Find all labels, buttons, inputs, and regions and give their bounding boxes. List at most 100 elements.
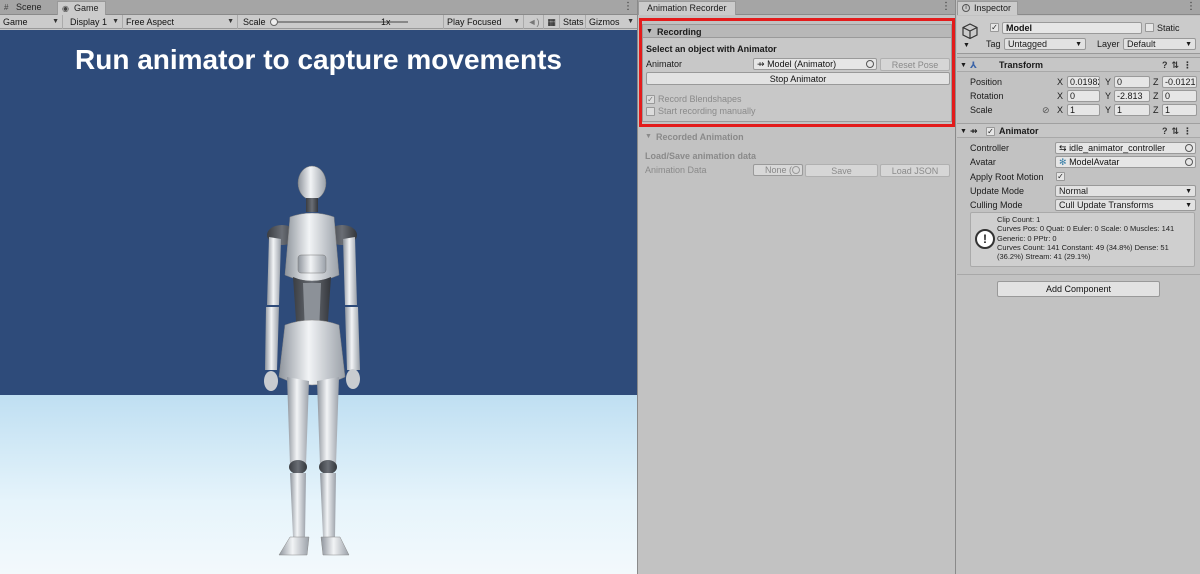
tag-dropdown[interactable]: Untagged ▼ (1004, 38, 1086, 50)
save-button[interactable]: Save (805, 164, 878, 177)
inspector-menu-icon[interactable]: ⋮ (1186, 1, 1196, 12)
recorder-tabbar: Animation Recorder ⋮ (638, 0, 955, 15)
gizmos-dropdown[interactable]: Gizmos ▼ (586, 15, 637, 29)
tab-game-label: Game (74, 3, 99, 13)
axis-y-label: Y (1105, 105, 1112, 115)
chevron-down-icon: ▼ (1185, 41, 1192, 48)
scale-label: Scale (970, 105, 993, 115)
rotation-label: Rotation (970, 91, 1004, 101)
controller-field[interactable]: ⇆ idle_animator_controller (1055, 142, 1196, 154)
avatar-field[interactable]: ✻ ModelAvatar (1055, 156, 1196, 168)
component-header-icons[interactable]: ?⇅⋮ (1162, 58, 1196, 73)
rotation-y-field[interactable]: -2.813 (1114, 90, 1150, 102)
animation-data-label: Animation Data (645, 165, 707, 175)
game-toolbar: Game ▼ Display 1 ▼ Free Aspect ▼ Scale 1… (0, 15, 637, 29)
tab-inspector[interactable]: i Inspector (957, 1, 1019, 15)
object-picker-icon[interactable] (792, 166, 800, 174)
culling-mode-dropdown[interactable]: Cull Update Transforms ▼ (1055, 199, 1196, 211)
chevron-down-icon[interactable]: ▼ (963, 42, 970, 49)
aspect-dropdown[interactable]: Free Aspect ▼ (123, 15, 238, 29)
position-z-value: -0.0121 (1165, 77, 1196, 87)
scale-z-field[interactable]: 1 (1162, 104, 1197, 116)
link-icon[interactable]: ⊘ (1042, 105, 1050, 116)
overlay-caption: Run animator to capture movements (75, 44, 562, 75)
axis-y-label: Y (1105, 77, 1112, 87)
position-z-field[interactable]: -0.0121 (1162, 76, 1197, 88)
foldout-arrow-icon: ▼ (645, 133, 652, 140)
load-json-button[interactable]: Load JSON (880, 164, 950, 177)
inspector-tabbar: i Inspector ⋮ (957, 0, 1200, 15)
info-line: Generic: 0 PPtr: 0 (997, 233, 1057, 243)
animator-controller-icon: ⇆ (1059, 143, 1067, 153)
apply-root-motion-checkbox[interactable]: ✓ (1056, 172, 1065, 181)
chevron-down-icon: ▼ (627, 18, 634, 25)
recorded-animation-foldout[interactable]: ▼ Recorded Animation (642, 130, 952, 144)
static-checkbox[interactable] (1145, 23, 1154, 32)
scale-slider-knob[interactable] (270, 18, 278, 26)
animator-info-box: ! Clip Count: 1 Curves Pos: 0 Quat: 0 Eu… (970, 212, 1195, 267)
info-line: (36.2%) Stream: 41 (29.1%) (997, 252, 1091, 262)
animator-title: Animator (999, 126, 1039, 136)
add-component-label: Add Component (1045, 284, 1112, 294)
game-mode-label: Game (3, 17, 28, 27)
scale-x-field[interactable]: 1 (1067, 104, 1100, 116)
axis-z-label: Z (1153, 91, 1159, 101)
recorder-menu-icon[interactable]: ⋮ (941, 1, 951, 12)
position-x-value: 0.01982 (1070, 77, 1100, 87)
position-y-field[interactable]: 0 (1114, 76, 1150, 88)
rotation-z-field[interactable]: 0 (1162, 90, 1197, 102)
play-mode-dropdown[interactable]: Play Focused ▼ (444, 15, 524, 29)
tab-scene[interactable]: # Scene (0, 1, 48, 15)
scale-z-value: 1 (1165, 105, 1171, 115)
game-viewport[interactable]: Run animator to capture movements (0, 30, 637, 574)
object-picker-icon[interactable] (1185, 144, 1193, 152)
axis-y-label: Y (1105, 91, 1112, 101)
tab-animation-recorder[interactable]: Animation Recorder (638, 1, 736, 15)
tag-value: Untagged (1008, 39, 1048, 49)
tab-game[interactable]: ◉ Game (57, 1, 106, 15)
layer-label: Layer (1097, 39, 1120, 49)
active-checkbox[interactable]: ✓ (990, 23, 999, 32)
game-menu-icon[interactable]: ⋮ (623, 1, 633, 12)
apply-root-motion-label: Apply Root Motion (970, 172, 1044, 182)
axis-x-label: X (1057, 77, 1064, 87)
exclamation-icon: ! (975, 229, 995, 249)
animator-enabled-checkbox[interactable]: ✓ (986, 127, 995, 136)
info-icon: i (962, 4, 970, 12)
layer-dropdown[interactable]: Default ▼ (1123, 38, 1196, 50)
unity-editor: # Scene ◉ Game ⋮ Game ▼ Display 1 ▼ Free… (0, 0, 1200, 574)
rotation-x-field[interactable]: 0 (1067, 90, 1100, 102)
game-mode-dropdown[interactable]: Game ▼ (0, 15, 63, 29)
game-panel: # Scene ◉ Game ⋮ Game ▼ Display 1 ▼ Free… (0, 0, 637, 574)
update-mode-dropdown[interactable]: Normal ▼ (1055, 185, 1196, 197)
position-x-field[interactable]: 0.01982 (1067, 76, 1100, 88)
avatar-icon: ✻ (1059, 157, 1067, 167)
chevron-down-icon: ▼ (513, 18, 520, 25)
scale-y-field[interactable]: 1 (1114, 104, 1150, 116)
object-name-field[interactable]: Model (1002, 22, 1142, 34)
display-dropdown[interactable]: Display 1 ▼ (63, 15, 123, 29)
avatar-value: ModelAvatar (1069, 157, 1120, 167)
scale-label: Scale (243, 17, 266, 27)
animator-header[interactable]: ▼ ⇸ ✓ Animator ?⇅⋮ (957, 123, 1200, 138)
animation-recorder-panel: Animation Recorder ⋮ ▼ Recording Select … (637, 0, 956, 574)
stats-button[interactable]: Stats (560, 15, 586, 29)
foldout-arrow-icon: ▼ (960, 62, 967, 69)
animation-data-field[interactable]: None ( (753, 164, 803, 176)
cube-icon (962, 23, 978, 40)
foldout-arrow-icon: ▼ (960, 128, 967, 135)
component-header-icons[interactable]: ?⇅⋮ (1162, 124, 1196, 139)
axis-x-label: X (1057, 105, 1064, 115)
position-label: Position (970, 77, 1003, 87)
culling-mode-label: Culling Mode (970, 200, 1023, 210)
keyboard-icon[interactable]: ▦ (544, 15, 560, 29)
mute-audio-icon[interactable]: ◄) (524, 15, 544, 29)
animator-icon: ⇸ (970, 126, 978, 136)
animator-info-text: Clip Count: 1 Curves Pos: 0 Quat: 0 Eule… (997, 215, 1193, 261)
chevron-down-icon: ▼ (1185, 202, 1192, 209)
object-picker-icon[interactable] (1185, 158, 1193, 166)
chevron-down-icon: ▼ (1185, 188, 1192, 195)
save-label: Save (831, 166, 852, 176)
transform-header[interactable]: ▼ ⅄ Transform ?⇅⋮ (957, 57, 1200, 72)
add-component-button[interactable]: Add Component (997, 281, 1160, 297)
